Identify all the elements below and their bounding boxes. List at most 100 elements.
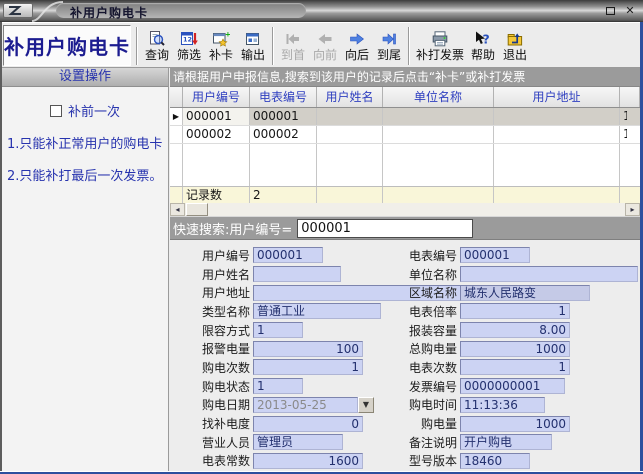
grid-column-header[interactable]: 单位名称 (383, 87, 494, 107)
scrollbar-track[interactable] (208, 203, 625, 216)
unit-name-field[interactable] (460, 266, 638, 282)
user-name-field[interactable] (253, 266, 341, 282)
grid-cell-clipped (620, 144, 640, 186)
toolbar-button-label: 退出 (503, 48, 527, 62)
toolbar: 补用户购电卡 查询12筛选+补卡输出到首向前向后到尾补打发票?帮助退出 (0, 22, 643, 68)
dropdown-arrow-icon[interactable]: ▼ (358, 397, 374, 413)
grid-cell[interactable] (494, 108, 620, 125)
purchase-status-field[interactable]: 1 (253, 378, 303, 394)
meter-count-field[interactable]: 1 (460, 359, 570, 375)
grid-cell[interactable] (383, 108, 494, 125)
form-row: 型号版本18460 (393, 452, 638, 471)
installed-capacity-label: 报装容量 (393, 322, 457, 339)
toolbar-button-query[interactable]: 查询 (141, 29, 173, 63)
grid-row-gutter (170, 126, 183, 143)
grid-column-header[interactable]: 用户编号 (183, 87, 250, 107)
toolbar-button-help[interactable]: ?帮助 (467, 29, 499, 63)
purchase-time-field[interactable]: 11:13:36 (460, 397, 545, 413)
grid-row[interactable]: 000002000002 1 (170, 126, 640, 144)
form-row: 总购电量1000 (393, 339, 638, 358)
form-row: 电表编号000001 (393, 246, 638, 265)
grid-column-header[interactable]: 电表编号 (250, 87, 317, 107)
main-panel: 请根据用户申报信息,搜索到该用户的记录后点击“补卡”或补打发票 用户编号电表编号… (170, 68, 640, 471)
total-purchase-label: 总购电量 (393, 340, 457, 357)
grid-cell[interactable]: 000001 (250, 108, 317, 125)
toolbar-separator (136, 27, 138, 65)
app-title-panel: 补用户购电卡 (3, 25, 131, 66)
toolbar-button-reissue-card[interactable]: +补卡 (205, 29, 237, 63)
form-row: 单位名称 (393, 265, 638, 284)
scroll-left-button[interactable]: ◂ (170, 203, 185, 216)
grid-cell-clipped: 1 (620, 126, 640, 143)
invoice-number-label: 发票编号 (393, 378, 457, 395)
current-row-marker-icon: ▶ (170, 108, 183, 125)
installed-capacity-field[interactable]: 8.00 (460, 322, 570, 338)
meter-constant-label: 电表常数 (186, 452, 250, 469)
operator-field[interactable]: 管理员 (253, 434, 343, 450)
toolbar-button-go-last[interactable]: 到尾 (373, 29, 405, 63)
toolbar-button-label: 向前 (313, 48, 337, 62)
last-icon (380, 30, 398, 48)
quick-search-bar: 快速搜索:用户编号= (170, 217, 640, 240)
grid-cell[interactable] (383, 126, 494, 143)
grid-column-header[interactable]: 用户姓名 (317, 87, 383, 107)
meter-constant-field[interactable]: 1600 (253, 453, 363, 469)
grid-cell-clipped (620, 187, 640, 203)
remark-field[interactable]: 开户购电 (460, 434, 552, 450)
toolbar-button-reprint-invoice[interactable]: 补打发票 (413, 29, 467, 63)
grid-cell[interactable]: 000002 (250, 126, 317, 143)
toolbar-separator (272, 27, 274, 65)
grid-cell[interactable] (317, 108, 383, 125)
meter-id-label: 电表编号 (393, 247, 457, 264)
reissue-previous-checkbox[interactable] (50, 105, 62, 117)
grid-empty-area (170, 144, 640, 186)
grid-cell (317, 144, 383, 186)
toolbar-button-label: 到尾 (377, 48, 401, 62)
user-id-field[interactable]: 000001 (253, 247, 323, 263)
user-address-label: 用户地址 (186, 284, 250, 301)
help-icon: ? (474, 30, 492, 48)
grid-cell[interactable]: 000002 (183, 126, 250, 143)
grid-cell (494, 187, 620, 203)
grid-cell[interactable] (494, 126, 620, 143)
sidebar-note-1: 1.只能补正常用户的购电卡 (2, 133, 168, 152)
toolbar-button-exit[interactable]: 退出 (499, 29, 531, 63)
sidebar-note-2: 2.只能补打最后一次发票。 (2, 165, 168, 184)
form-row: 区域名称城东人民路变 (393, 283, 638, 302)
model-version-field[interactable]: 18460 (460, 453, 530, 469)
detail-form: 用户编号000001用户姓名用户地址类型名称普通工业限容方式1报警电量100购电… (170, 240, 640, 471)
toolbar-button-label: 输出 (241, 48, 265, 62)
app-window: 补用户购电卡 ✕ 补用户购电卡 查询12筛选+补卡输出到首向前向后到尾补打发票?… (0, 0, 643, 474)
toolbar-button-filter[interactable]: 12筛选 (173, 29, 205, 63)
toolbar-button-export[interactable]: 输出 (237, 29, 269, 63)
toolbar-button-go-first[interactable]: 到首 (277, 29, 309, 63)
close-button[interactable]: ✕ (623, 4, 637, 17)
grid-row[interactable]: ▶0000010000011 (170, 108, 640, 126)
total-purchase-field[interactable]: 1000 (460, 341, 570, 357)
horizontal-scrollbar[interactable]: ◂ ▸ (170, 203, 640, 217)
capacity-limit-mode-field[interactable]: 1 (253, 322, 303, 338)
grid-column-header[interactable]: 用户地址 (494, 87, 620, 107)
toolbar-button-go-prev[interactable]: 向前 (309, 29, 341, 63)
region-name-field[interactable]: 城东人民路变 (460, 285, 590, 301)
adjust-power-field[interactable]: 0 (253, 416, 363, 432)
meter-id-field[interactable]: 000001 (460, 247, 530, 263)
purchase-date-field[interactable]: 2013-05-25 (253, 397, 358, 413)
reissue-previous-option[interactable]: 补前一次 (2, 101, 168, 120)
purchase-amount-field[interactable]: 1000 (460, 416, 570, 432)
toolbar-button-go-next[interactable]: 向后 (341, 29, 373, 63)
maximize-button[interactable] (603, 4, 617, 17)
meter-ratio-field[interactable]: 1 (460, 303, 570, 319)
scroll-right-button[interactable]: ▸ (625, 203, 640, 216)
svg-text:?: ? (483, 32, 490, 47)
purchase-count-field[interactable]: 1 (253, 359, 363, 375)
invoice-number-field[interactable]: 0000000001 (460, 378, 565, 394)
scroll-thumb[interactable] (186, 203, 208, 216)
alarm-power-field[interactable]: 100 (253, 341, 363, 357)
type-name-field[interactable]: 普通工业 (253, 303, 381, 319)
quick-search-input[interactable] (297, 219, 473, 238)
form-right-column: 电表编号000001单位名称区域名称城东人民路变电表倍率1报装容量8.00总购电… (393, 246, 638, 470)
purchase-status-label: 购电状态 (186, 378, 250, 395)
grid-cell[interactable]: 000001 (183, 108, 250, 125)
grid-cell[interactable] (317, 126, 383, 143)
